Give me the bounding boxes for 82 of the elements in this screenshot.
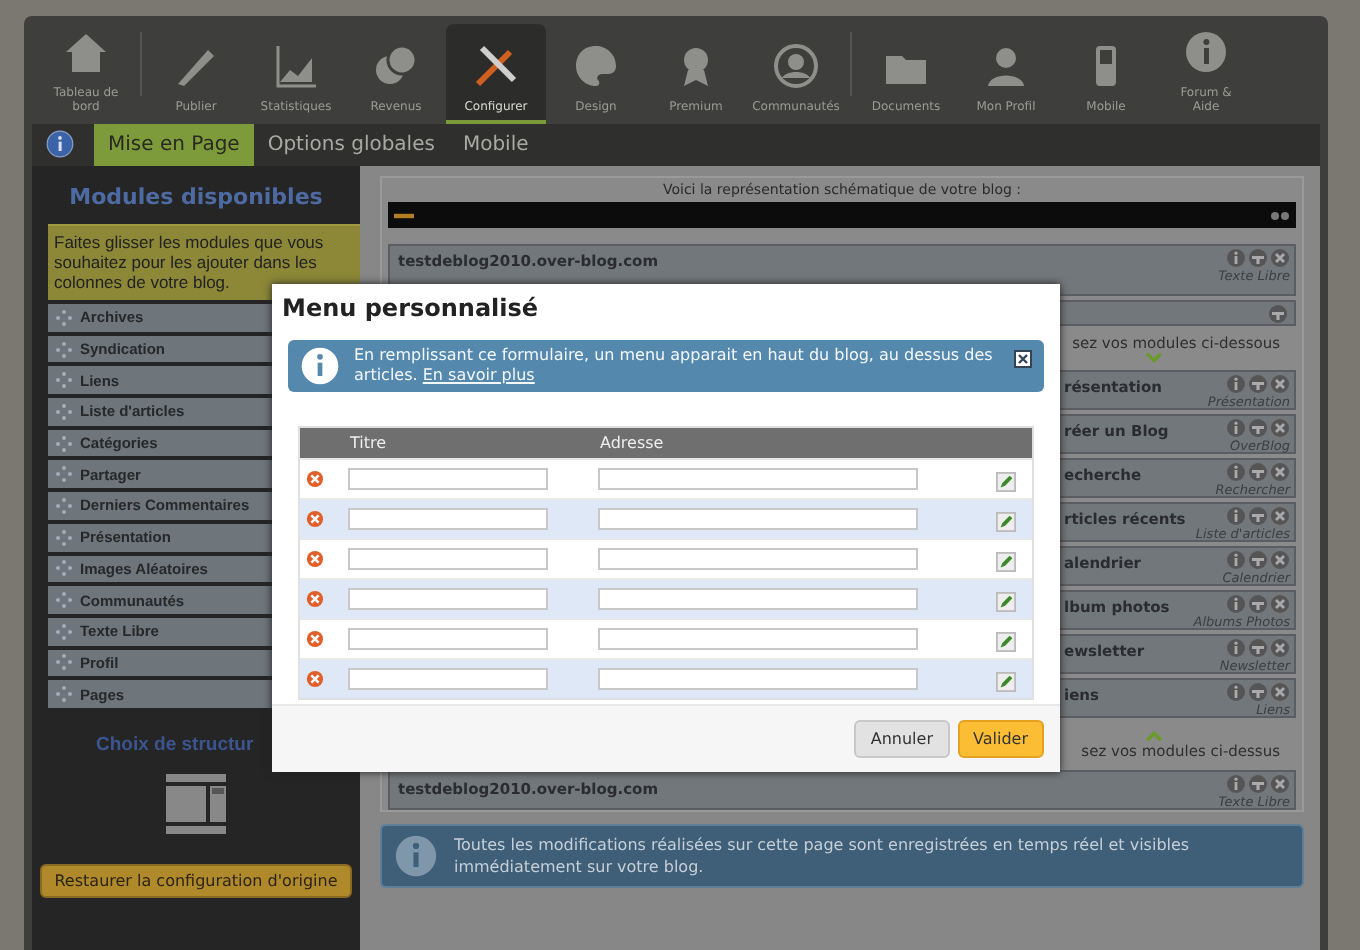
pencil-icon bbox=[995, 632, 1015, 652]
widget-icon[interactable] bbox=[1248, 594, 1268, 614]
widget-icon[interactable] bbox=[1248, 506, 1268, 526]
delete-icon[interactable] bbox=[306, 470, 324, 488]
chart-icon bbox=[272, 42, 320, 90]
edit-button[interactable] bbox=[994, 668, 1016, 690]
learn-more-link[interactable]: En savoir plus bbox=[422, 366, 535, 384]
drag-handle-icon bbox=[56, 529, 72, 546]
cancel-button[interactable]: Annuler bbox=[854, 720, 949, 758]
widget-icon[interactable] bbox=[1248, 550, 1268, 570]
address-input[interactable] bbox=[598, 668, 918, 690]
edit-button[interactable] bbox=[994, 468, 1016, 490]
delete-icon[interactable] bbox=[306, 510, 324, 528]
widget-icon[interactable] bbox=[1248, 638, 1268, 658]
widget-icon[interactable] bbox=[1248, 418, 1268, 438]
column-header: Adresse bbox=[600, 434, 664, 452]
drag-handle-icon bbox=[56, 341, 72, 358]
address-input[interactable] bbox=[598, 508, 918, 530]
edit-button[interactable] bbox=[994, 508, 1016, 530]
drag-handle-icon bbox=[56, 592, 72, 609]
delete-icon[interactable] bbox=[306, 630, 324, 648]
chevron-down-icon bbox=[1144, 351, 1164, 363]
widget-icon[interactable] bbox=[1248, 774, 1268, 794]
drag-handle-icon bbox=[56, 654, 72, 671]
sidebar-title: Modules disponibles bbox=[69, 184, 323, 210]
title-input[interactable] bbox=[348, 508, 548, 530]
drag-handle-icon bbox=[56, 403, 72, 420]
delete-icon[interactable] bbox=[306, 550, 324, 568]
info-icon[interactable] bbox=[46, 130, 74, 158]
layout-structure-icon[interactable] bbox=[164, 771, 228, 836]
title-input[interactable] bbox=[348, 468, 548, 490]
person-icon bbox=[982, 42, 1030, 90]
palette-icon bbox=[572, 42, 620, 90]
drag-handle-icon bbox=[56, 435, 72, 452]
drag-handle-icon bbox=[56, 560, 72, 577]
close-icon[interactable] bbox=[1014, 350, 1032, 368]
tab[interactable]: Mobile bbox=[448, 124, 543, 166]
confirm-button[interactable]: Valider bbox=[957, 720, 1044, 758]
info-text: En remplissant ce formulaire, un menu apparait en haut du blog, au dessus des articles. En savoir plus bbox=[354, 346, 995, 386]
pencil-icon bbox=[995, 672, 1015, 692]
coins-icon bbox=[372, 42, 420, 90]
pencil-icon bbox=[995, 512, 1015, 532]
address-input[interactable] bbox=[598, 468, 918, 490]
address-input[interactable] bbox=[598, 548, 918, 570]
restore-button[interactable]: Restaurer la configuration d'origine bbox=[40, 863, 352, 898]
edit-button[interactable] bbox=[994, 548, 1016, 570]
chevron-up-icon bbox=[1144, 729, 1164, 741]
info-icon bbox=[300, 346, 340, 386]
notice-text: Toutes les modifications réalisées sur cette page sont enregistrées en temps réel et visibles immédiatement sur votre blog. bbox=[454, 834, 1192, 878]
drag-handle-icon bbox=[56, 372, 72, 389]
delete-icon[interactable] bbox=[306, 590, 324, 608]
group-icon bbox=[772, 42, 820, 90]
drag-handle-icon bbox=[56, 623, 72, 640]
title-input[interactable] bbox=[348, 548, 548, 570]
title-input[interactable] bbox=[348, 628, 548, 650]
hint-text: Faites glisser les modules que vous souhaitez pour les ajouter dans les colonnes de votre blog. bbox=[48, 224, 360, 300]
tab[interactable]: Mise en Page bbox=[94, 124, 254, 166]
widget-icon[interactable] bbox=[1248, 462, 1268, 482]
edit-button[interactable] bbox=[994, 588, 1016, 610]
drag-handle-icon bbox=[56, 686, 72, 703]
pencil-icon bbox=[995, 472, 1015, 492]
tab[interactable]: Options globales bbox=[253, 124, 449, 166]
title-input[interactable] bbox=[348, 588, 548, 610]
pencil-icon bbox=[995, 592, 1015, 612]
info-icon bbox=[394, 834, 438, 878]
widget-icon[interactable] bbox=[1268, 303, 1288, 323]
widget-icon[interactable] bbox=[1248, 374, 1268, 394]
delete-icon[interactable] bbox=[306, 670, 324, 688]
info-icon bbox=[1182, 28, 1230, 76]
pencil-icon bbox=[995, 552, 1015, 572]
drag-handle-icon bbox=[56, 497, 72, 514]
edit-button[interactable] bbox=[994, 628, 1016, 650]
drag-handle-icon bbox=[56, 466, 72, 483]
tools-icon bbox=[472, 42, 520, 90]
widget-icon[interactable] bbox=[1248, 682, 1268, 702]
address-input[interactable] bbox=[598, 588, 918, 610]
address-input[interactable] bbox=[598, 628, 918, 650]
widget-icon[interactable] bbox=[1248, 248, 1268, 268]
drag-handle-icon bbox=[56, 309, 72, 326]
section-title: Choix de structur bbox=[94, 733, 254, 756]
house-icon bbox=[62, 28, 110, 76]
title-input[interactable] bbox=[348, 668, 548, 690]
